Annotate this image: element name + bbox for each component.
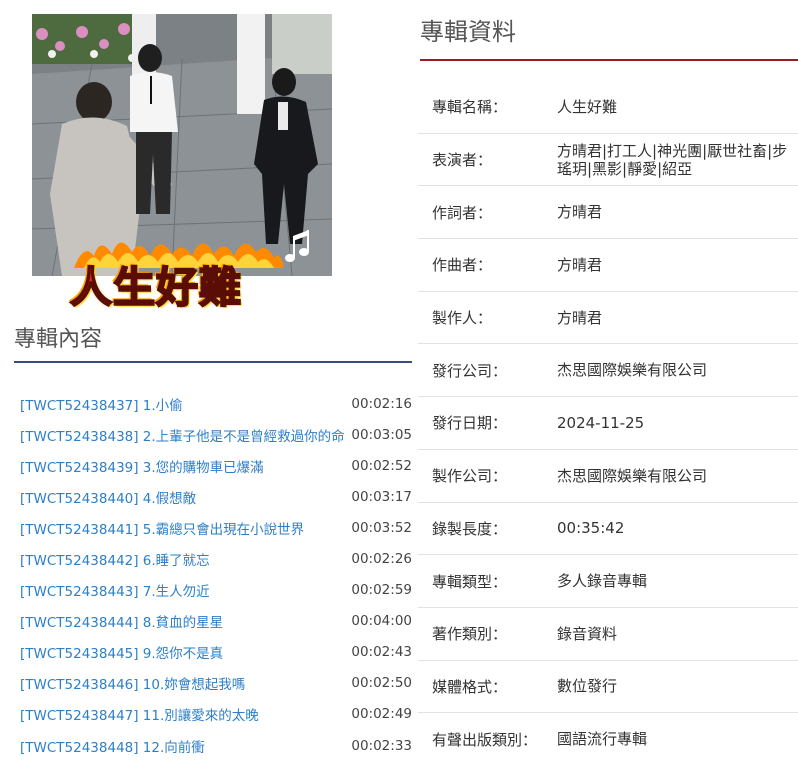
info-value: 方晴君 [557,255,603,274]
info-value: 2024-11-25 [557,413,645,432]
track-duration: 00:02:49 [351,706,412,723]
info-label: 發行日期： [432,414,508,433]
info-value: 方晴君|打工人|神光團|厭世社畜|步瑤玥|黑影|靜愛|紹亞 [557,141,788,178]
track-row: [TWCT52438448] 12.向前衝 00:02:33 [20,730,412,761]
info-row-album-type: 專輯類型： 多人錄音專輯 [418,554,798,607]
info-value: 多人錄音專輯 [557,572,648,591]
track-link[interactable]: [TWCT52438444] 8.貧血的星星 [20,611,223,631]
track-link[interactable]: [TWCT52438441] 5.霸總只會出現在小說世界 [20,518,304,538]
track-row: [TWCT52438439] 3.您的購物車已爆滿 00:02:52 [20,450,412,481]
track-duration: 00:02:43 [351,644,412,661]
info-label: 媒體格式： [432,677,508,696]
info-label: 製作公司： [432,467,508,486]
info-label: 作曲者： [432,256,493,275]
track-link[interactable]: [TWCT52438440] 4.假想敵 [20,487,196,507]
info-value: 杰思國際娛樂有限公司 [557,361,708,380]
track-duration: 00:04:00 [351,613,412,630]
album-info-heading: 專輯資料 [420,12,798,61]
track-link[interactable]: [TWCT52438448] 12.向前衝 [20,736,205,756]
track-row: [TWCT52438437] 1.小偷 00:02:16 [20,388,412,419]
track-row: [TWCT52438441] 5.霸總只會出現在小說世界 00:03:52 [20,512,412,543]
track-duration: 00:02:16 [351,395,412,412]
info-row-audio-category: 有聲出版類別： 國語流行專輯 [418,712,798,765]
info-row-producer: 製作人： 方晴君 [418,290,798,344]
track-row: [TWCT52438444] 8.貧血的星星 00:04:00 [20,606,412,637]
track-duration: 00:02:59 [351,582,412,599]
track-duration: 00:02:52 [351,457,412,474]
info-row-performers: 表演者： 方晴君|打工人|神光團|厭世社畜|步瑤玥|黑影|靜愛|紹亞 [418,132,798,186]
info-value: 方晴君 [557,308,603,327]
track-row: [TWCT52438442] 6.睡了就忘 00:02:26 [20,543,412,574]
info-label: 錄製長度： [432,519,508,538]
info-value: 杰思國際娛樂有限公司 [557,466,708,485]
info-row-lyricist: 作詞者： 方晴君 [418,185,798,238]
track-row: [TWCT52438438] 2.上輩子他是不是曾經救過你的命 00:03:05 [20,419,412,450]
cover-title-art: 人生好難 [69,262,243,313]
album-contents-heading: 專輯內容 [14,321,412,363]
track-duration: 00:03:17 [351,488,412,505]
info-value: 錄音資料 [557,624,618,643]
info-row-work-category: 著作類別： 錄音資料 [418,606,798,660]
info-label: 有聲出版類別： [432,730,538,749]
track-link[interactable]: [TWCT52438445] 9.怨你不是真 [20,642,223,662]
track-link[interactable]: [TWCT52438439] 3.您的購物車已爆滿 [20,456,264,476]
track-link[interactable]: [TWCT52438442] 6.睡了就忘 [20,549,210,569]
info-row-publisher: 發行公司： 杰思國際娛樂有限公司 [418,343,798,396]
info-label: 發行公司： [432,361,508,380]
track-duration: 00:03:52 [351,519,412,536]
info-value: 人生好難 [557,97,618,116]
info-label: 專輯名稱： [432,98,508,117]
info-row-album-name: 專輯名稱： 人生好難 [418,81,798,133]
info-label: 專輯類型： [432,572,508,591]
track-link[interactable]: [TWCT52438446] 10.妳會想起我嗎 [20,673,245,693]
track-link[interactable]: [TWCT52438443] 7.生人勿近 [20,580,210,600]
info-row-length: 錄製長度： 00:35:42 [418,501,798,555]
info-label: 製作人： [432,309,493,328]
track-row: [TWCT52438447] 11.別讓愛來的太晚 00:02:49 [20,699,412,730]
info-label: 表演者： [432,151,493,170]
track-row: [TWCT52438443] 7.生人勿近 00:02:59 [20,575,412,606]
info-value: 00:35:42 [557,519,625,538]
track-row: [TWCT52438445] 9.怨你不是真 00:02:43 [20,637,412,668]
track-duration: 00:02:33 [351,737,412,754]
info-label: 作詞者： [432,203,493,222]
track-link[interactable]: [TWCT52438438] 2.上輩子他是不是曾經救過你的命 [20,425,345,445]
info-value: 國語流行專輯 [557,730,648,749]
track-row: [TWCT52438446] 10.妳會想起我嗎 00:02:50 [20,668,412,699]
info-value: 方晴君 [557,203,603,222]
info-row-media-format: 媒體格式： 數位發行 [418,659,798,713]
album-info-table: 專輯名稱： 人生好難 表演者： 方晴君|打工人|神光團|厭世社畜|步瑤玥|黑影|… [418,81,798,765]
track-row: [TWCT52438440] 4.假想敵 00:03:17 [20,481,412,512]
track-duration: 00:03:05 [351,426,412,443]
track-link[interactable]: [TWCT52438437] 1.小偷 [20,394,183,414]
info-row-production-company: 製作公司： 杰思國際娛樂有限公司 [418,448,798,502]
track-link[interactable]: [TWCT52438447] 11.別讓愛來的太晚 [20,704,259,724]
info-label: 著作類別： [432,625,508,644]
info-row-release-date: 發行日期： 2024-11-25 [418,396,798,449]
track-duration: 00:02:26 [351,551,412,568]
track-duration: 00:02:50 [351,675,412,692]
info-value: 數位發行 [557,677,618,696]
info-row-composer: 作曲者： 方晴君 [418,238,798,291]
track-list: [TWCT52438437] 1.小偷 00:02:16 [TWCT524384… [20,388,412,761]
